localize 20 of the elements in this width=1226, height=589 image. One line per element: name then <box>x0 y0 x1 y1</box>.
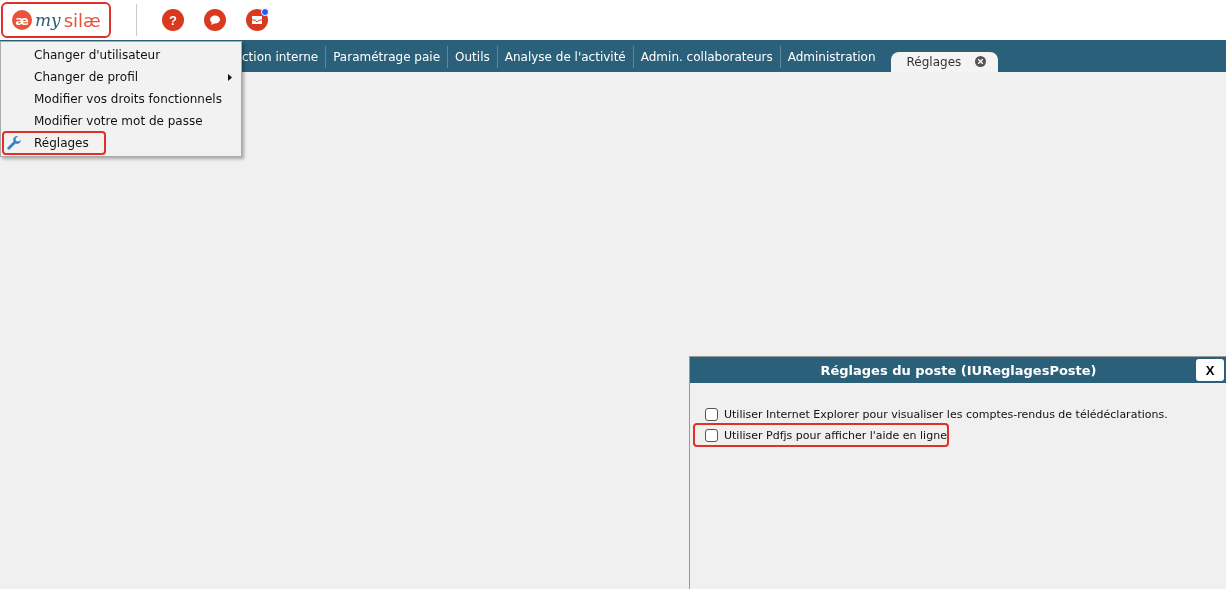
tab[interactable]: Administration <box>779 46 883 68</box>
menu-item[interactable]: Modifier votre mot de passe <box>1 110 241 132</box>
logo-text: silæ <box>63 9 101 31</box>
logo-mark: æ <box>12 10 32 30</box>
dialog-title: Réglages du poste (IUReglagesPoste) <box>820 362 1097 378</box>
close-button[interactable]: X <box>1196 359 1224 381</box>
checkbox-label: Utiliser Pdfjs pour afficher l'aide en ligne <box>724 428 947 442</box>
checkbox-label: Utiliser Internet Explorer pour visualiser les comptes-rendus de télédéclarations. <box>724 407 1168 421</box>
menu-item[interactable]: Changer d'utilisateur <box>1 44 241 66</box>
tab[interactable]: Outils <box>447 46 497 68</box>
logo-text: my <box>35 10 61 30</box>
help-button[interactable]: ? <box>162 9 184 31</box>
tab[interactable]: Admin. collaborateurs <box>632 46 780 68</box>
logo[interactable]: æ my silæ <box>3 4 109 36</box>
tab[interactable]: Paramétrage paie <box>325 46 448 68</box>
tab[interactable]: Analyse de l'activité <box>496 46 633 68</box>
tab[interactable]: Réglages <box>890 52 999 72</box>
menu-item[interactable]: Réglages <box>1 132 241 154</box>
menu-item[interactable]: Changer de profil <box>1 66 241 88</box>
menu-item[interactable]: Modifier vos droits fonctionnels <box>1 88 241 110</box>
